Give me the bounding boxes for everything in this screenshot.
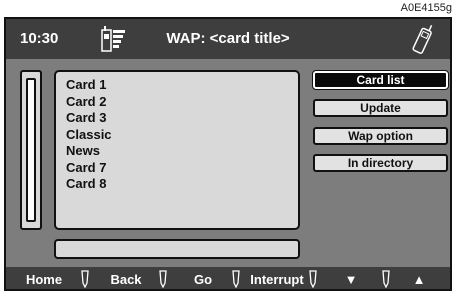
scroll-down-button[interactable]: ▼ [324,272,378,287]
separator-icon [309,270,317,288]
card-list-item[interactable]: Card 2 [66,94,298,111]
status-field [54,239,300,259]
card-list-button[interactable]: Card list [312,70,449,90]
card-list-item[interactable]: Classic [66,127,298,144]
card-list-item[interactable]: News [66,143,298,160]
home-button[interactable]: Home [18,272,70,287]
back-button[interactable]: Back [96,272,156,287]
separator-icon [81,270,89,288]
card-list-item[interactable]: Card 8 [66,176,298,193]
go-button[interactable]: Go [174,272,232,287]
display-screen: 10:30 WAP: <card title> Card 1 Card 2 Ca… [4,17,452,291]
page-title: WAP: <card title> [166,30,290,47]
scroll-up-button[interactable]: ▲ [394,272,444,287]
in-directory-button[interactable]: In directory [313,154,448,172]
card-list-scrollbar[interactable] [20,70,42,230]
scrollbar-thumb[interactable] [26,78,36,222]
card-list-item[interactable]: Card 3 [66,110,298,127]
mobile-phone-icon [412,25,433,54]
wap-option-button[interactable]: Wap option [313,127,448,145]
separator-icon [159,270,167,288]
separator-icon [382,270,390,288]
title-bar: 10:30 WAP: <card title> [6,19,450,59]
separator-icon [232,270,240,288]
update-button[interactable]: Update [313,99,448,117]
card-list-item[interactable]: Card 7 [66,160,298,177]
interrupt-button[interactable]: Interrupt [242,272,312,287]
bottom-soft-key-bar: Home Back Go Interrupt ▼ ▲ [6,267,450,289]
card-list-panel: Card 1 Card 2 Card 3 Classic News Card 7… [54,70,300,230]
figure-reference-code: A0E4155g [400,2,452,14]
card-list-item[interactable]: Card 1 [66,77,298,94]
